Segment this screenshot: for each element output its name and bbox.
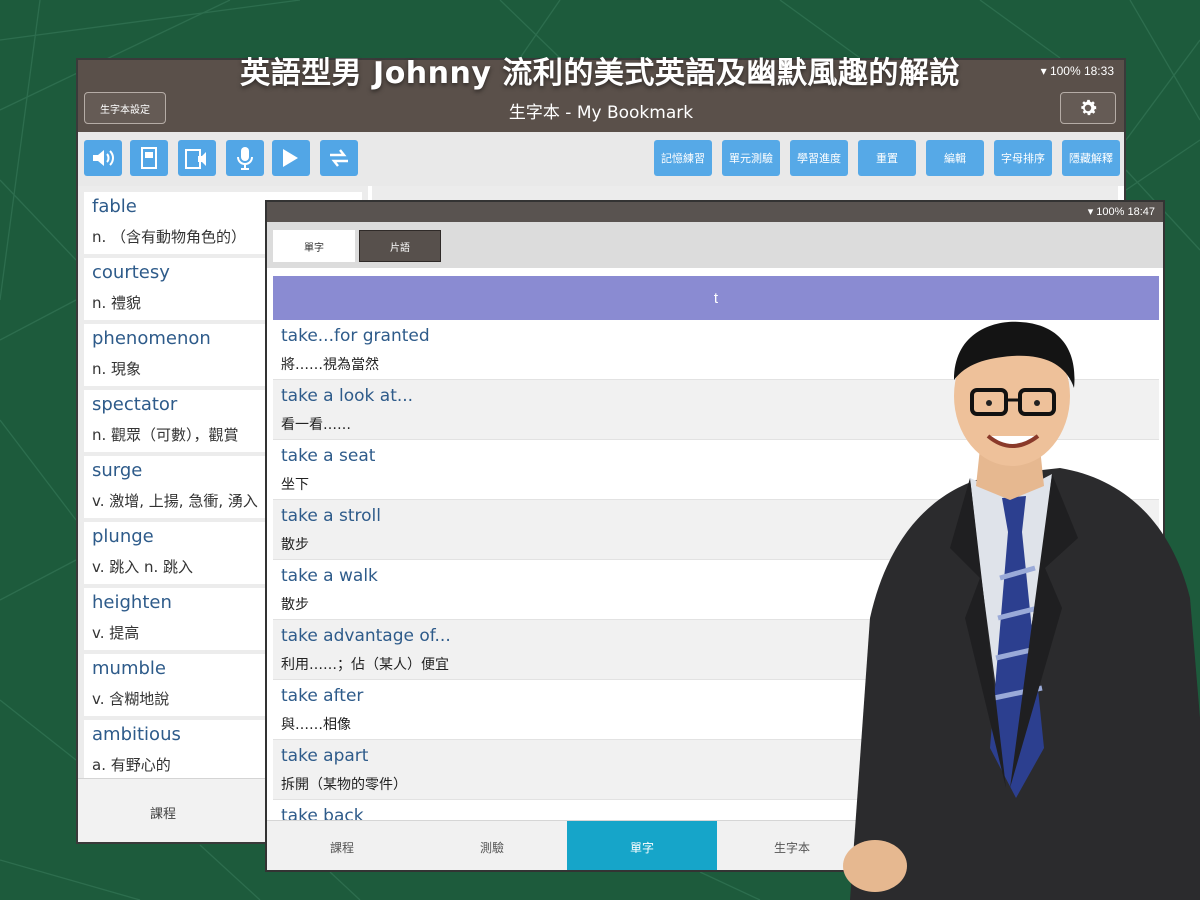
- definition-text: 看一看……: [281, 417, 351, 433]
- presenter-photo: [843, 321, 1200, 900]
- nav-item-quiz[interactable]: 測驗: [417, 821, 567, 870]
- phrase-text: take advantage of...: [281, 626, 451, 646]
- play-all-button[interactable]: [272, 140, 310, 176]
- word-text: phenomenon: [92, 328, 211, 349]
- definition-text: v. 提高: [92, 624, 140, 642]
- phrase-text: take apart: [281, 746, 369, 766]
- word-text: plunge: [92, 526, 154, 547]
- phrase-text: take a look at...: [281, 386, 414, 406]
- unit-test-button[interactable]: 單元測驗: [722, 140, 780, 176]
- speaker-icon: [93, 150, 114, 166]
- nav-item-courses[interactable]: 課程: [267, 821, 417, 870]
- word-text: mumble: [92, 658, 166, 679]
- nav-item-words[interactable]: 單字: [567, 821, 717, 870]
- tab-words[interactable]: 單字: [273, 230, 355, 262]
- word-text: courtesy: [92, 262, 170, 283]
- definition-text: n. 現象: [92, 360, 142, 378]
- record-button[interactable]: [226, 140, 264, 176]
- word-text: surge: [92, 460, 143, 481]
- sort-alphabet-button[interactable]: 字母排序: [994, 140, 1052, 176]
- definition-text: 坐下: [281, 477, 309, 493]
- definition-text: 利用……；佔（某人）便宜: [281, 657, 449, 673]
- phrase-text: take back: [281, 806, 364, 820]
- flashcard-audio-button[interactable]: [178, 140, 216, 176]
- tab-bar: 單字 片語: [267, 222, 1163, 268]
- nav-item-courses[interactable]: 課程: [118, 803, 208, 822]
- definition-text: v. 激增, 上揚, 急衝, 湧入: [92, 492, 258, 510]
- definition-text: 與……相像: [281, 717, 351, 733]
- definition-text: n. （含有動物角色的）: [92, 228, 247, 246]
- flashcard-icon: [141, 147, 157, 169]
- progress-button[interactable]: 學習進度: [790, 140, 848, 176]
- definition-text: a. 有野心的: [92, 756, 171, 774]
- page-title: 生字本 - My Bookmark: [508, 103, 694, 123]
- edit-button[interactable]: 編輯: [926, 140, 984, 176]
- definition-text: 將……視為當然: [281, 357, 379, 373]
- hide-definition-button[interactable]: 隱藏解釋: [1062, 140, 1120, 176]
- word-text: fable: [92, 196, 137, 217]
- phrase-text: take a seat: [281, 446, 376, 466]
- definition-text: 拆開（某物的零件）: [281, 777, 407, 793]
- toolbar: 記憶練習 單元測驗 學習進度 重置 編輯 字母排序 隱藏解釋: [78, 132, 1124, 186]
- reset-button[interactable]: 重置: [858, 140, 916, 176]
- memory-practice-button[interactable]: 記憶練習: [654, 140, 712, 176]
- microphone-icon: [237, 147, 253, 170]
- phrase-text: take a stroll: [281, 506, 381, 526]
- section-header: t: [273, 276, 1159, 320]
- word-text: heighten: [92, 592, 172, 613]
- definition-text: v. 含糊地說: [92, 690, 170, 708]
- word-text: ambitious: [92, 724, 181, 745]
- settings-button[interactable]: [1060, 92, 1116, 124]
- flashcard-audio-icon: [185, 149, 206, 169]
- status-text: 100% 18:47: [1096, 206, 1155, 218]
- definition-text: n. 禮貌: [92, 294, 142, 312]
- status-bar: ▾ 100% 18:47: [267, 202, 1163, 222]
- phrase-text: take...for granted: [281, 326, 430, 346]
- play-all-icon: [283, 149, 298, 167]
- speaker-button[interactable]: [84, 140, 122, 176]
- flashcard-button[interactable]: [130, 140, 168, 176]
- definition-text: 散步: [281, 597, 309, 613]
- definition-text: 散步: [281, 537, 309, 553]
- definition-text: v. 跳入 n. 跳入: [92, 558, 194, 576]
- tab-phrases[interactable]: 片語: [359, 230, 441, 262]
- gear-icon: [1081, 99, 1097, 116]
- phrase-text: take after: [281, 686, 364, 706]
- repeat-button[interactable]: [320, 140, 358, 176]
- repeat-icon: [330, 149, 348, 167]
- promo-headline: 英語型男 Johnny 流利的美式英語及幽默風趣的解說: [240, 56, 960, 91]
- wifi-icon: ▾: [1087, 206, 1094, 218]
- phrase-text: take a walk: [281, 566, 378, 586]
- definition-text: n. 觀眾（可數），觀賞: [92, 426, 239, 444]
- word-text: spectator: [92, 394, 178, 415]
